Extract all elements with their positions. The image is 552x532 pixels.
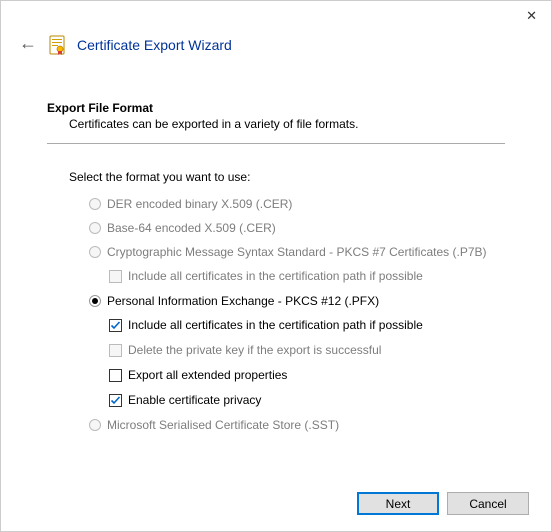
close-icon[interactable]: ✕ [526, 8, 537, 24]
wizard-header: ← Certificate Export Wizard [1, 31, 551, 65]
section-title: Export File Format [47, 101, 505, 115]
pkcs7-suboptions: Include all certificates in the certific… [89, 268, 505, 284]
footer-buttons: Next Cancel [357, 492, 529, 515]
radio-icon [89, 419, 101, 431]
checkbox-icon[interactable] [109, 394, 122, 407]
checkbox-icon [109, 270, 122, 283]
check-pfx-delete-key: Delete the private key if the export is … [109, 342, 505, 358]
radio-label-base64: Base-64 encoded X.509 (.CER) [107, 220, 276, 236]
check-label: Include all certificates in the certific… [128, 268, 423, 284]
back-arrow-icon[interactable]: ← [19, 33, 37, 54]
radio-icon [89, 246, 101, 258]
wizard-title: Certificate Export Wizard [77, 37, 232, 53]
radio-label-der: DER encoded binary X.509 (.CER) [107, 196, 292, 212]
checkbox-icon[interactable] [109, 319, 122, 332]
radio-icon [89, 198, 101, 210]
titlebar: ✕ [1, 1, 551, 31]
check-pkcs7-chain: Include all certificates in the certific… [109, 268, 505, 284]
check-label: Delete the private key if the export is … [128, 342, 381, 358]
checkbox-icon[interactable] [109, 369, 122, 382]
radio-icon[interactable] [89, 295, 101, 307]
format-options: DER encoded binary X.509 (.CER) Base-64 … [47, 196, 505, 433]
check-pfx-export-ext[interactable]: Export all extended properties [109, 367, 505, 383]
next-button[interactable]: Next [357, 492, 439, 515]
radio-pfx[interactable]: Personal Information Exchange - PKCS #12… [89, 293, 505, 309]
divider [47, 143, 505, 144]
check-pfx-chain[interactable]: Include all certificates in the certific… [109, 317, 505, 333]
check-label: Enable certificate privacy [128, 392, 261, 408]
check-label: Include all certificates in the certific… [128, 317, 423, 333]
radio-label-pkcs7: Cryptographic Message Syntax Standard - … [107, 244, 487, 260]
radio-label-pfx: Personal Information Exchange - PKCS #12… [107, 293, 379, 309]
check-pfx-privacy[interactable]: Enable certificate privacy [109, 392, 505, 408]
checkbox-icon [109, 344, 122, 357]
format-prompt: Select the format you want to use: [47, 170, 505, 184]
certificate-icon [49, 35, 65, 55]
pfx-suboptions: Include all certificates in the certific… [89, 317, 505, 408]
check-label: Export all extended properties [128, 367, 287, 383]
content-area: Export File Format Certificates can be e… [1, 65, 551, 433]
radio-der: DER encoded binary X.509 (.CER) [89, 196, 505, 212]
cancel-button[interactable]: Cancel [447, 492, 529, 515]
radio-sst: Microsoft Serialised Certificate Store (… [89, 417, 505, 433]
radio-pkcs7: Cryptographic Message Syntax Standard - … [89, 244, 505, 260]
radio-label-sst: Microsoft Serialised Certificate Store (… [107, 417, 339, 433]
radio-base64: Base-64 encoded X.509 (.CER) [89, 220, 505, 236]
section-desc: Certificates can be exported in a variet… [47, 115, 505, 139]
radio-icon [89, 222, 101, 234]
